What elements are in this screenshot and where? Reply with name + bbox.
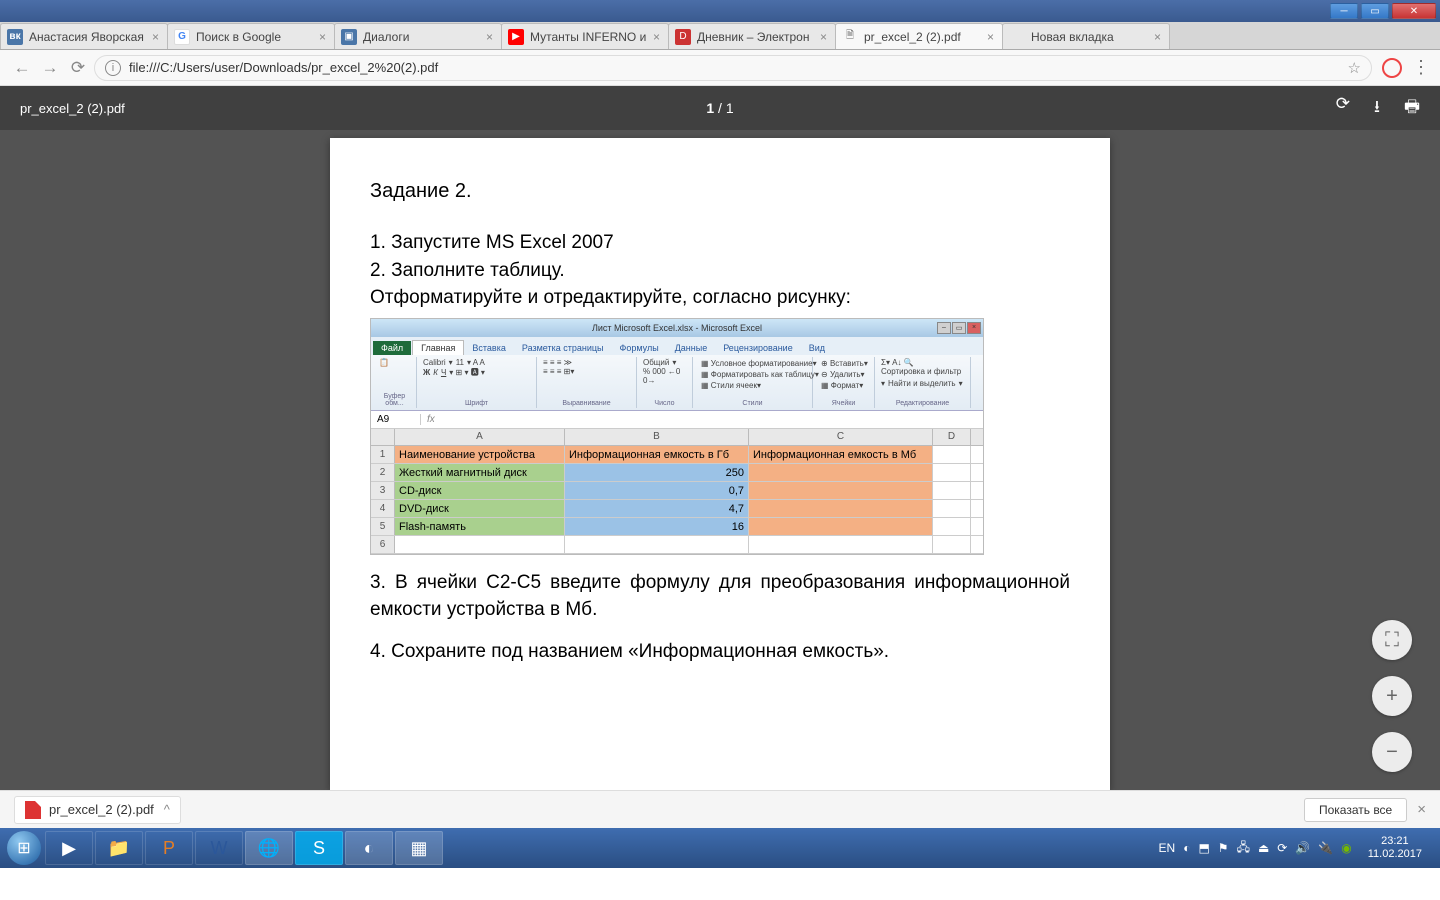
- download-icon[interactable]: ⭳: [1374, 94, 1380, 123]
- tab-google[interactable]: GПоиск в Google×: [167, 23, 335, 49]
- pdf-fab-group: ⛶ + −: [1372, 620, 1412, 772]
- page-indicator: 1 / 1: [706, 100, 733, 116]
- tray-network-icon[interactable]: 🖧: [1237, 838, 1250, 859]
- url-text: file:///C:/Users/user/Downloads/pr_excel…: [129, 60, 438, 75]
- tray-steam-icon[interactable]: ◐: [1183, 841, 1190, 855]
- taskbar-chrome[interactable]: 🌐: [245, 831, 293, 865]
- close-icon[interactable]: ×: [651, 30, 662, 44]
- taskbar-skype[interactable]: S: [295, 831, 343, 865]
- clock[interactable]: 23:2111.02.2017: [1360, 835, 1430, 861]
- taskbar: ⊞ ▶ 📁 P W 🌐 S ◐ ▦ EN ◐ ⬒ ⚑ 🖧 ⏏ ⟳ 🔊 🔌 ◉ 2…: [0, 828, 1440, 868]
- excel-screenshot: Лист Microsoft Excel.xlsx - Microsoft Ex…: [370, 318, 984, 555]
- step-4: 4. Сохраните под названием «Информационн…: [370, 638, 1070, 666]
- download-chip[interactable]: pr_excel_2 (2).pdf ^: [14, 796, 181, 824]
- window-close-button[interactable]: ✕: [1392, 3, 1436, 19]
- address-bar: ← → ⟳ i file:///C:/Users/user/Downloads/…: [0, 50, 1440, 86]
- reload-button[interactable]: ⟳: [66, 56, 90, 80]
- tab-pdf[interactable]: 🗎pr_excel_2 (2).pdf×: [835, 23, 1003, 49]
- excel-ribbon: 📋Буфер обм... Calibri ▾ 11 ▾ A AЖ К Ч ▾ …: [371, 355, 983, 411]
- chevron-up-icon[interactable]: ^: [164, 802, 170, 817]
- close-icon[interactable]: ×: [1417, 801, 1426, 818]
- close-icon[interactable]: ×: [317, 30, 328, 44]
- close-icon[interactable]: ×: [484, 30, 495, 44]
- excel-close-icon: ×: [967, 322, 981, 334]
- back-button[interactable]: ←: [10, 56, 34, 80]
- tab-youtube[interactable]: ▶Мутанты INFERNO и×: [501, 23, 669, 49]
- windows-icon: ⊞: [7, 831, 41, 865]
- print-icon[interactable]: 🖶: [1404, 94, 1420, 123]
- tray-power-icon[interactable]: 🔌: [1318, 841, 1333, 855]
- step-3: 3. В ячейки С2-С5 введите формулу для пр…: [370, 569, 1070, 624]
- taskbar-explorer[interactable]: 📁: [95, 831, 143, 865]
- rotate-icon[interactable]: ⟳: [1336, 94, 1350, 123]
- lang-indicator[interactable]: EN: [1159, 841, 1176, 855]
- url-input[interactable]: i file:///C:/Users/user/Downloads/pr_exc…: [94, 55, 1372, 81]
- close-icon[interactable]: ×: [1152, 30, 1163, 44]
- browser-tabstrip: вкАнастасия Яворская× GПоиск в Google× ▣…: [0, 22, 1440, 50]
- tab-new[interactable]: Новая вкладка×: [1002, 23, 1170, 49]
- step-1: 1. Запустите MS Excel 2007: [370, 229, 1070, 257]
- excel-max-icon: ▭: [952, 322, 966, 334]
- step-2: 2. Заполните таблицу.: [370, 257, 1070, 285]
- taskbar-app[interactable]: ▦: [395, 831, 443, 865]
- zoom-in-button[interactable]: +: [1372, 676, 1412, 716]
- zoom-out-button[interactable]: −: [1372, 732, 1412, 772]
- excel-titlebar: Лист Microsoft Excel.xlsx - Microsoft Ex…: [371, 319, 983, 337]
- start-button[interactable]: ⊞: [4, 828, 44, 868]
- tab-dialogs[interactable]: ▣Диалоги×: [334, 23, 502, 49]
- close-icon[interactable]: ×: [150, 30, 161, 44]
- window-titlebar: ─ ▭ ✕: [0, 0, 1440, 22]
- system-tray: EN ◐ ⬒ ⚑ 🖧 ⏏ ⟳ 🔊 🔌 ◉ 23:2111.02.2017: [1159, 835, 1436, 861]
- forward-button[interactable]: →: [38, 56, 62, 80]
- file-icon: 🗎: [842, 29, 858, 45]
- tab-vk[interactable]: вкАнастасия Яворская×: [0, 23, 168, 49]
- taskbar-mediaplayer[interactable]: ▶: [45, 831, 93, 865]
- show-all-button[interactable]: Показать все: [1304, 798, 1407, 822]
- google-icon: G: [174, 29, 190, 45]
- excel-min-icon: –: [937, 322, 951, 334]
- bookmark-icon[interactable]: ☆: [1348, 59, 1361, 77]
- diary-icon: D: [675, 29, 691, 45]
- tray-sync-icon[interactable]: ⟳: [1277, 841, 1287, 855]
- site-info-icon[interactable]: i: [105, 60, 121, 76]
- pdf-toolbar: pr_excel_2 (2).pdf 1 / 1 ⟳ ⭳ 🖶: [0, 86, 1440, 130]
- tray-action-icon[interactable]: ⬒: [1198, 841, 1209, 855]
- window-maximize-button[interactable]: ▭: [1361, 3, 1389, 19]
- pdf-filename: pr_excel_2 (2).pdf: [20, 101, 125, 116]
- menu-button[interactable]: ⋮: [1412, 57, 1430, 78]
- close-icon[interactable]: ×: [818, 30, 829, 44]
- excel-formula-bar: A9fx: [371, 411, 983, 429]
- dialog-icon: ▣: [341, 29, 357, 45]
- tray-removable-icon[interactable]: ⏏: [1258, 841, 1269, 855]
- vk-icon: вк: [7, 29, 23, 45]
- tray-flag-icon[interactable]: ⚑: [1218, 841, 1229, 855]
- window-minimize-button[interactable]: ─: [1330, 3, 1358, 19]
- taskbar-powerpoint[interactable]: P: [145, 831, 193, 865]
- opera-icon[interactable]: [1382, 58, 1402, 78]
- tray-nvidia-icon[interactable]: ◉: [1341, 841, 1351, 855]
- youtube-icon: ▶: [508, 29, 524, 45]
- close-icon[interactable]: ×: [985, 30, 996, 44]
- taskbar-word[interactable]: W: [195, 831, 243, 865]
- pdf-viewer[interactable]: Задание 2. 1. Запустите MS Excel 2007 2.…: [0, 130, 1440, 790]
- step-2b: Отформатируйте и отредактируйте, согласн…: [370, 284, 1070, 312]
- tray-volume-icon[interactable]: 🔊: [1295, 841, 1310, 855]
- tab-diary[interactable]: DДневник – Электрон×: [668, 23, 836, 49]
- download-shelf: pr_excel_2 (2).pdf ^ Показать все ×: [0, 790, 1440, 828]
- pdf-page: Задание 2. 1. Запустите MS Excel 2007 2.…: [330, 138, 1110, 790]
- fit-page-button[interactable]: ⛶: [1372, 620, 1412, 660]
- taskbar-steam[interactable]: ◐: [345, 831, 393, 865]
- pdf-icon: [25, 801, 41, 819]
- excel-grid: ABCD 1Наименование устройстваИнформацион…: [371, 429, 983, 554]
- blank-icon: [1009, 29, 1025, 45]
- excel-ribbon-tabs: Файл Главная Вставка Разметка страницы Ф…: [371, 337, 983, 355]
- task-title: Задание 2.: [370, 180, 1070, 203]
